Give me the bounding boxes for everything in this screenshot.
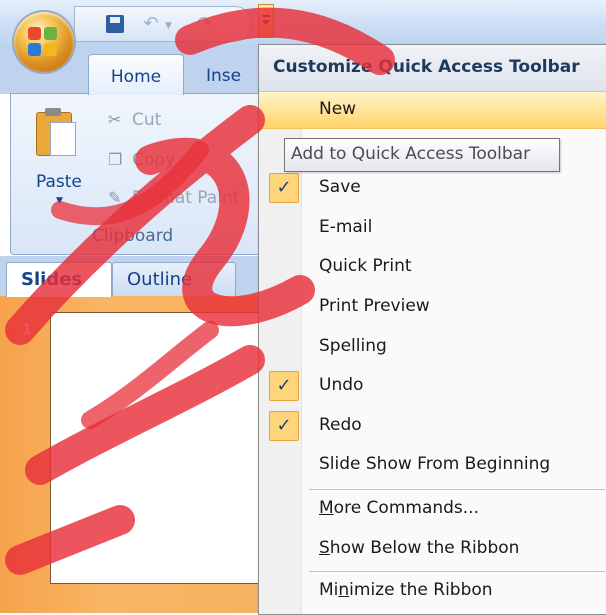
menu-item-label: E-mail	[319, 217, 373, 237]
menu-item-save[interactable]: ✓ Save	[259, 170, 606, 206]
format-painter-button[interactable]: ✎ Format Paint	[108, 188, 239, 212]
copy-icon: ❐	[108, 150, 123, 169]
checkmark-icon: ✓	[269, 411, 299, 441]
format-painter-label: Format Paint	[132, 188, 240, 208]
tab-outline-label: Outline	[127, 269, 193, 290]
tab-home-label: Home	[110, 67, 162, 87]
menu-item-quick-print[interactable]: Quick Print	[259, 249, 606, 285]
clipboard-icon	[36, 108, 76, 158]
copy-button[interactable]: ❐ Copy	[108, 150, 175, 174]
mnemonic: n	[338, 580, 350, 600]
menu-item-label: Print Preview	[319, 296, 430, 316]
menu-item-label: Undo	[319, 375, 364, 395]
tab-slides[interactable]: Slides	[6, 262, 112, 297]
menu-header: Customize Quick Access Toolbar	[259, 45, 606, 92]
checkmark-icon: ✓	[269, 371, 299, 401]
menu-header-label: Customize Quick Access Toolbar	[273, 57, 580, 77]
customize-qat-dropdown-button[interactable]	[258, 4, 274, 38]
menu-item-label: Spelling	[319, 336, 387, 356]
slide-number: 1	[22, 322, 32, 338]
cut-button[interactable]: ✂ Cut	[108, 110, 161, 134]
menu-item-more-commands[interactable]: More Commands...	[259, 491, 606, 527]
menu-item-undo[interactable]: ✓ Undo	[259, 368, 606, 404]
customize-qat-menu: Customize Quick Access Toolbar NewOpen✓S…	[258, 44, 606, 615]
office-button[interactable]	[14, 12, 74, 72]
menu-item-slide-show-from-beginning[interactable]: Slide Show From Beginning	[259, 447, 606, 483]
office-logo-icon	[28, 27, 58, 57]
redo-icon[interactable]: ↷	[193, 13, 217, 35]
clipboard-group-label: Clipboard	[92, 226, 174, 246]
menu-item-label: Minimize the Ribbon	[319, 580, 493, 600]
tab-outline[interactable]: Outline	[112, 262, 236, 297]
menu-item-label: New	[319, 99, 357, 119]
chevron-down-icon[interactable]: ▼	[165, 21, 172, 31]
tab-slides-label: Slides	[21, 269, 83, 290]
menu-item-minimize-ribbon[interactable]: Minimize the Ribbon	[259, 573, 606, 609]
menu-item-print-preview[interactable]: Print Preview	[259, 289, 606, 325]
chevron-down-icon[interactable]: ▼	[56, 196, 63, 206]
undo-icon[interactable]: ↶	[139, 13, 163, 35]
paste-label: Paste	[36, 172, 82, 192]
menu-item-label: More Commands...	[319, 498, 479, 518]
menu-item-label: Slide Show From Beginning	[319, 454, 551, 474]
menu-item-label: Save	[319, 177, 361, 197]
tab-insert[interactable]: Inse	[206, 66, 241, 86]
tooltip-text: Add to Quick Access Toolbar	[291, 144, 531, 164]
menu-separator	[309, 489, 605, 490]
quick-access-toolbar: ↶ ▼ ↷	[74, 6, 252, 42]
label-pre: Mi	[319, 580, 339, 600]
label-rest: ore Commands...	[333, 498, 479, 518]
mnemonic: S	[319, 538, 330, 558]
copy-label: Copy	[132, 150, 176, 170]
menu-item-show-below-ribbon[interactable]: Show Below the Ribbon	[259, 531, 606, 567]
menu-item-e-mail[interactable]: E-mail	[259, 210, 606, 246]
scissors-icon: ✂	[108, 110, 122, 129]
menu-item-label: Show Below the Ribbon	[319, 538, 519, 558]
menu-item-label: Quick Print	[319, 256, 412, 276]
menu-item-new[interactable]: New	[259, 91, 606, 129]
mnemonic: M	[319, 498, 334, 518]
slide-thumbnail[interactable]	[50, 312, 262, 584]
checkmark-icon: ✓	[269, 173, 299, 203]
menu-separator	[309, 571, 605, 572]
label-rest: how Below the Ribbon	[329, 538, 520, 558]
save-icon[interactable]	[103, 13, 127, 35]
paintbrush-icon: ✎	[108, 188, 122, 207]
tab-home[interactable]: Home	[88, 54, 184, 95]
menu-item-spelling[interactable]: Spelling	[259, 329, 606, 365]
cut-label: Cut	[132, 110, 162, 130]
menu-item-label: Redo	[319, 415, 362, 435]
tooltip: Add to Quick Access Toolbar	[284, 138, 560, 172]
label-rest: imize the Ribbon	[349, 580, 493, 600]
menu-item-redo[interactable]: ✓ Redo	[259, 408, 606, 444]
